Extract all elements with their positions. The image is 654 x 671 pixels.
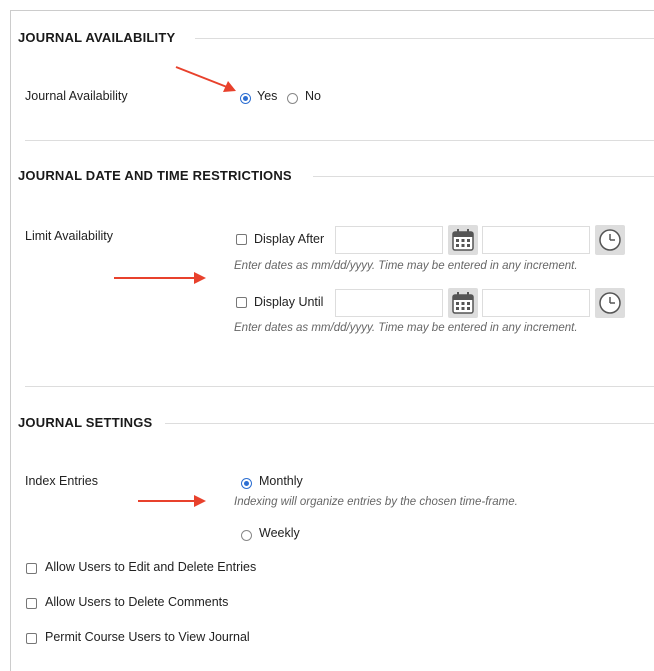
- calendar-icon: [452, 229, 474, 251]
- index-hint: Indexing will organize entries by the ch…: [234, 496, 518, 508]
- display-after-date-input[interactable]: [335, 226, 443, 254]
- time-picker-button[interactable]: [595, 225, 625, 255]
- display-after-time-input[interactable]: [482, 226, 590, 254]
- section-title-availability: JOURNAL AVAILABILITY: [18, 30, 176, 45]
- section-divider: [165, 423, 654, 424]
- section-divider: [25, 386, 654, 387]
- calendar-button[interactable]: [448, 288, 478, 318]
- index-monthly-radio[interactable]: [241, 478, 252, 489]
- annotation-arrow: [138, 495, 206, 507]
- date-format-hint: Enter dates as mm/dd/yyyy. Time may be e…: [234, 322, 578, 334]
- display-until-checkbox[interactable]: [236, 297, 247, 308]
- section-title-settings: JOURNAL SETTINGS: [18, 415, 153, 430]
- annotation-arrow: [114, 272, 206, 284]
- calendar-icon: [452, 292, 474, 314]
- index-monthly-label[interactable]: Monthly: [259, 474, 303, 488]
- clock-icon: [599, 292, 621, 314]
- time-picker-button[interactable]: [595, 288, 625, 318]
- delete-comments-label[interactable]: Allow Users to Delete Comments: [45, 595, 228, 609]
- clock-icon: [599, 229, 621, 251]
- index-entries-label: Index Entries: [25, 474, 98, 488]
- section-title-date-restrictions: JOURNAL DATE AND TIME RESTRICTIONS: [18, 168, 292, 183]
- availability-yes-radio[interactable]: [240, 93, 251, 104]
- view-journal-checkbox[interactable]: [26, 633, 37, 644]
- view-journal-label[interactable]: Permit Course Users to View Journal: [45, 630, 250, 644]
- display-after-label[interactable]: Display After: [254, 232, 324, 246]
- availability-no-label[interactable]: No: [305, 89, 321, 103]
- limit-availability-label: Limit Availability: [25, 229, 114, 243]
- availability-no-radio[interactable]: [287, 93, 298, 104]
- index-weekly-label[interactable]: Weekly: [259, 526, 300, 540]
- display-after-checkbox[interactable]: [236, 234, 247, 245]
- annotation-arrow: [175, 66, 236, 92]
- availability-yes-label[interactable]: Yes: [257, 89, 277, 103]
- index-weekly-radio[interactable]: [241, 530, 252, 541]
- section-divider: [25, 140, 654, 141]
- section-divider: [195, 38, 654, 39]
- display-until-label[interactable]: Display Until: [254, 295, 323, 309]
- edit-delete-entries-checkbox[interactable]: [26, 563, 37, 574]
- display-until-time-input[interactable]: [482, 289, 590, 317]
- calendar-button[interactable]: [448, 225, 478, 255]
- journal-availability-label: Journal Availability: [25, 89, 128, 103]
- display-until-date-input[interactable]: [335, 289, 443, 317]
- section-divider: [313, 176, 654, 177]
- edit-delete-entries-label[interactable]: Allow Users to Edit and Delete Entries: [45, 560, 256, 574]
- delete-comments-checkbox[interactable]: [26, 598, 37, 609]
- date-format-hint: Enter dates as mm/dd/yyyy. Time may be e…: [234, 260, 578, 272]
